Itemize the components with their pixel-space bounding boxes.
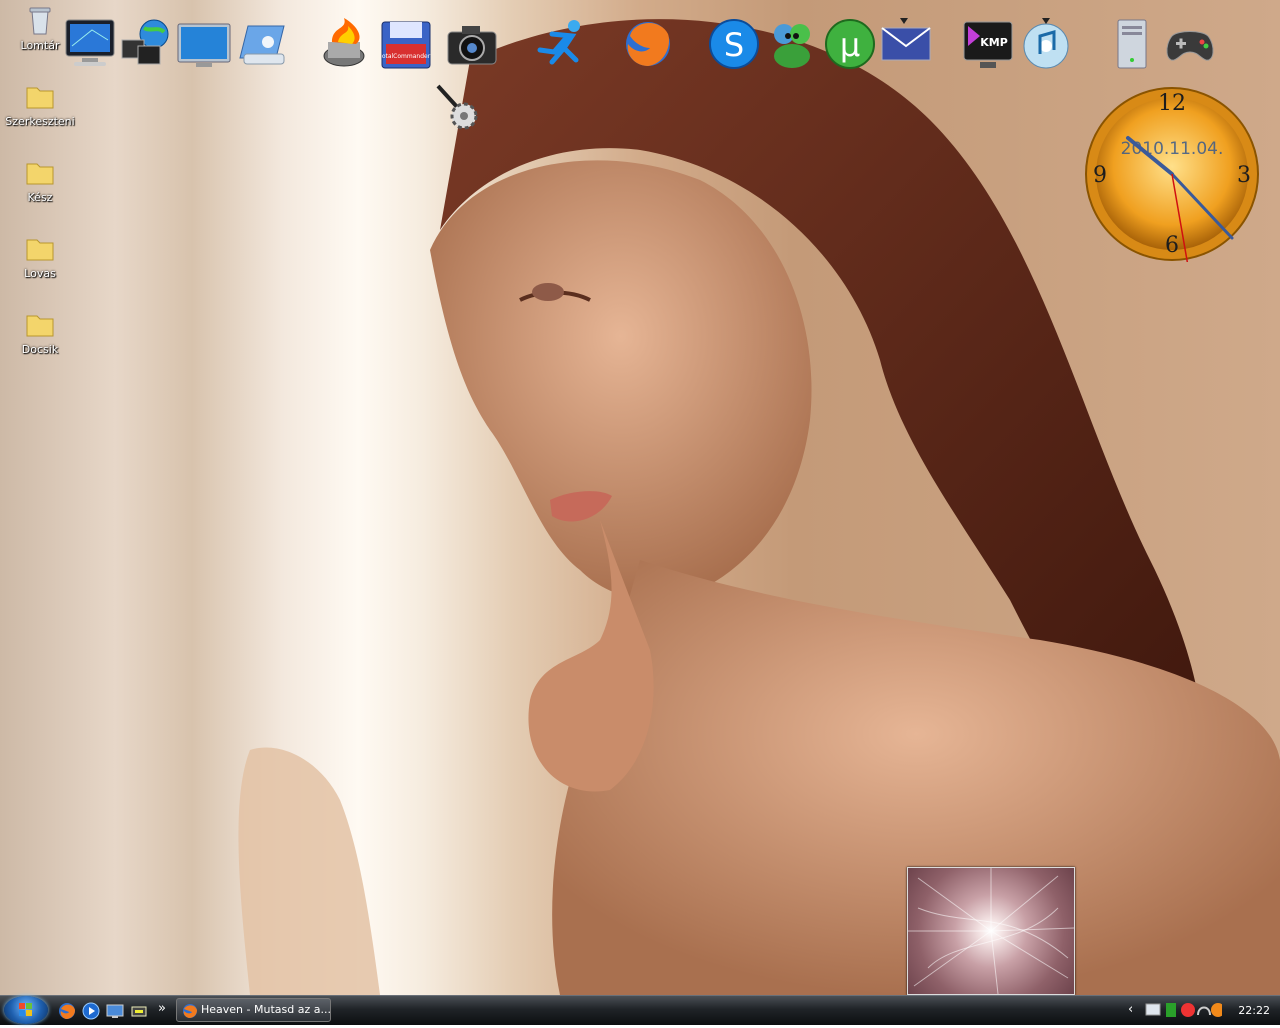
utorrent-icon[interactable]: µ bbox=[822, 16, 878, 72]
clock-numeral-3: 3 bbox=[1237, 163, 1251, 188]
itunes-icon[interactable] bbox=[1018, 16, 1074, 72]
desktop-icon-label: Docsik bbox=[21, 343, 59, 356]
quicklaunch-show-desktop-icon[interactable] bbox=[106, 1002, 124, 1020]
kmplayer-icon[interactable]: KMP bbox=[960, 16, 1016, 72]
camera-icon[interactable] bbox=[444, 16, 500, 72]
monitor-icon[interactable] bbox=[176, 16, 232, 72]
firefox-icon bbox=[183, 1004, 197, 1018]
quicklaunch-switch-windows-icon[interactable] bbox=[130, 1002, 148, 1020]
taskbar: » Heaven - Mutasd az a... ‹ 22:22 bbox=[0, 995, 1280, 1025]
settings-gear-icon[interactable] bbox=[430, 80, 484, 134]
folder-icon bbox=[24, 156, 56, 188]
svg-text:S: S bbox=[724, 26, 744, 64]
folder-icon bbox=[24, 80, 56, 112]
desktop-icon-label: Szerkeszteni bbox=[5, 115, 75, 128]
network-icon[interactable] bbox=[118, 16, 174, 72]
my-computer-icon[interactable] bbox=[62, 16, 118, 72]
clock-numeral-9: 9 bbox=[1093, 163, 1107, 188]
desktop-icon-label: Kész bbox=[27, 191, 53, 204]
network-status-icon[interactable] bbox=[1145, 1003, 1161, 1016]
desktop-icon-label: Lomtár bbox=[20, 39, 60, 52]
messenger-icon[interactable] bbox=[764, 16, 820, 72]
quicklaunch-firefox-icon[interactable] bbox=[58, 1002, 76, 1020]
kmp-label: KMP bbox=[980, 36, 1008, 49]
svg-text:µ: µ bbox=[840, 26, 860, 64]
folder-icon bbox=[24, 232, 56, 264]
battery-icon[interactable] bbox=[1166, 1003, 1176, 1017]
tray-expand-chevron[interactable]: ‹ bbox=[1128, 1002, 1133, 1017]
start-button[interactable] bbox=[4, 996, 48, 1024]
clock-widget[interactable]: 12 3 6 9 2010.11.04. bbox=[1084, 86, 1260, 267]
recycle-bin-icon bbox=[24, 4, 56, 36]
total-commander-icon[interactable]: otalCommander bbox=[378, 16, 434, 72]
gamepad-icon[interactable] bbox=[1162, 16, 1218, 72]
desktop-icon-folder-szerkeszteni[interactable]: Szerkeszteni bbox=[2, 80, 78, 128]
desktop-icon-folder-kesz[interactable]: Kész bbox=[2, 156, 78, 204]
media-player-visualization[interactable] bbox=[907, 867, 1075, 995]
server-icon[interactable] bbox=[1104, 16, 1160, 72]
tray-clock[interactable]: 22:22 bbox=[1238, 1004, 1270, 1017]
quicklaunch-media-player-icon[interactable] bbox=[82, 1002, 100, 1020]
headset-icon[interactable] bbox=[1197, 1006, 1211, 1016]
firefox-icon[interactable] bbox=[620, 16, 676, 72]
total-commander-label: otalCommander bbox=[382, 53, 431, 60]
skype-icon[interactable]: S bbox=[706, 16, 762, 72]
clock-numeral-12: 12 bbox=[1158, 91, 1186, 116]
runner-icon[interactable] bbox=[534, 16, 590, 72]
clock-numeral-6: 6 bbox=[1165, 233, 1179, 258]
desktop-icon-folder-docsik[interactable]: Docsik bbox=[2, 308, 78, 356]
taskbar-window-button[interactable]: Heaven - Mutasd az a... bbox=[176, 998, 331, 1022]
taskbar-window-title: Heaven - Mutasd az a... bbox=[201, 1003, 331, 1016]
update-icon[interactable] bbox=[1211, 1003, 1222, 1017]
quicklaunch-overflow-chevron[interactable]: » bbox=[158, 1001, 166, 1016]
desktop-icon-label: Lovas bbox=[24, 267, 56, 280]
system-tray: ‹ 22:22 bbox=[1122, 996, 1280, 1024]
folder-icon bbox=[24, 308, 56, 340]
windows-logo-icon bbox=[19, 1003, 32, 1016]
desktop-icon-folder-lovas[interactable]: Lovas bbox=[2, 232, 78, 280]
nero-burning-icon[interactable] bbox=[318, 16, 374, 72]
antivirus-icon[interactable] bbox=[1181, 1003, 1195, 1017]
mail-icon[interactable] bbox=[878, 16, 934, 72]
control-panel-icon[interactable] bbox=[234, 16, 290, 72]
